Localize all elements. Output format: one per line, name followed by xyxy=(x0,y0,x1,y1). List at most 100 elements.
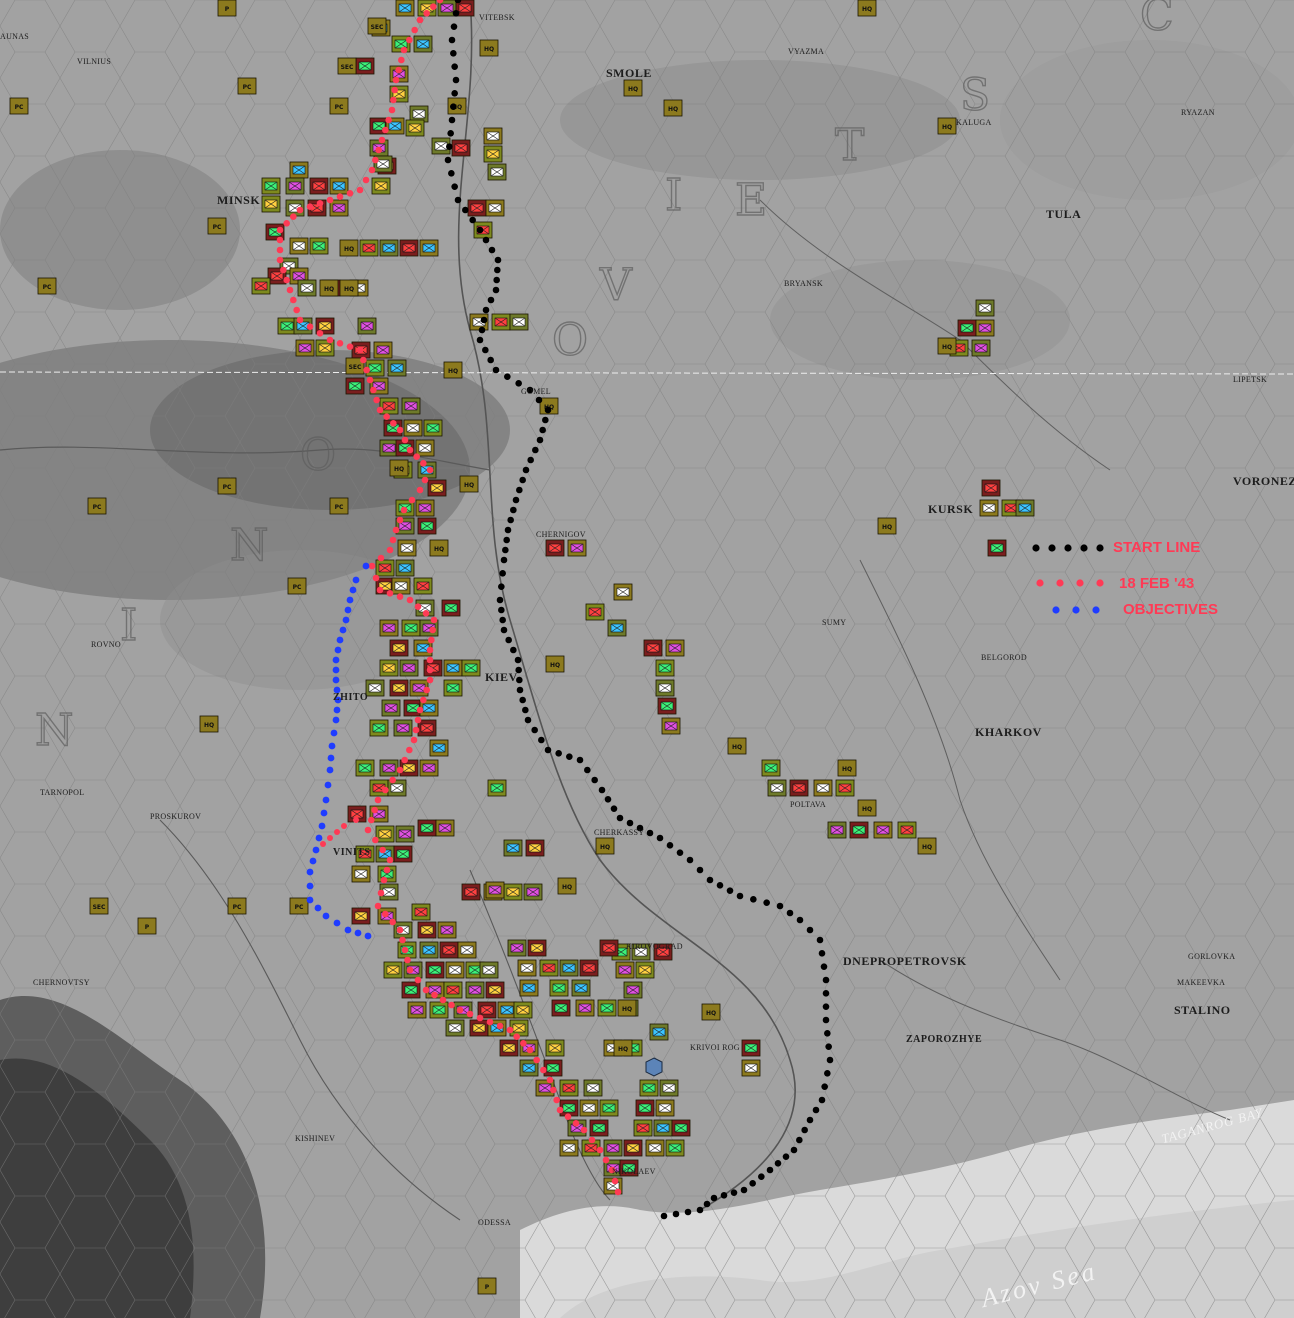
unit-counter[interactable] xyxy=(357,317,377,335)
unit-counter[interactable] xyxy=(401,397,421,415)
unit-counter[interactable] xyxy=(429,739,449,757)
unit-counter[interactable] xyxy=(389,679,409,697)
hq-counter[interactable]: HQ xyxy=(613,1039,633,1057)
unit-counter[interactable] xyxy=(393,845,413,863)
hq-counter[interactable]: PC xyxy=(287,577,307,595)
unit-counter[interactable] xyxy=(399,659,419,677)
unit-counter[interactable] xyxy=(645,1139,665,1157)
unit-counter[interactable] xyxy=(429,1001,449,1019)
unit-counter[interactable] xyxy=(509,1019,529,1037)
hq-counter[interactable]: HQ xyxy=(623,79,643,97)
unit-counter[interactable] xyxy=(425,961,445,979)
unit-counter[interactable] xyxy=(381,699,401,717)
unit-counter[interactable] xyxy=(469,1019,489,1037)
hq-counter[interactable]: HQ xyxy=(339,239,359,257)
unit-counter[interactable] xyxy=(835,779,855,797)
unit-counter[interactable] xyxy=(559,1139,579,1157)
unit-counter[interactable] xyxy=(741,1039,761,1057)
unit-counter[interactable] xyxy=(483,145,503,163)
unit-counter[interactable] xyxy=(655,659,675,677)
unit-counter[interactable] xyxy=(579,1099,599,1117)
unit-counter[interactable] xyxy=(551,999,571,1017)
unit-counter[interactable] xyxy=(417,921,437,939)
strategic-map[interactable]: O V I E T S C N I N O HQ HQ HQ HQ HQ HQ HQ HQ HQ… xyxy=(0,0,1294,1318)
unit-counter[interactable] xyxy=(661,717,681,735)
hq-counter[interactable]: HQ xyxy=(443,361,463,379)
unit-counter[interactable] xyxy=(439,941,459,959)
hq-counter[interactable]: HQ xyxy=(663,99,683,117)
hq-counter[interactable]: PC xyxy=(9,97,29,115)
unit-counter[interactable] xyxy=(461,659,481,677)
unit-counter[interactable] xyxy=(499,1039,519,1057)
unit-counter[interactable] xyxy=(351,907,371,925)
unit-counter[interactable] xyxy=(813,779,833,797)
unit-counter[interactable] xyxy=(443,679,463,697)
unit-counter[interactable] xyxy=(401,981,421,999)
unit-counter[interactable] xyxy=(295,339,315,357)
unit-counter[interactable] xyxy=(285,177,305,195)
unit-counter[interactable] xyxy=(393,719,413,737)
unit-counter[interactable] xyxy=(957,319,977,337)
hq-counter[interactable]: PC xyxy=(217,477,237,495)
unit-counter[interactable] xyxy=(873,821,893,839)
hq-counter[interactable]: HQ xyxy=(557,877,577,895)
unit-counter[interactable] xyxy=(491,313,511,331)
hq-counter[interactable]: HQ xyxy=(595,837,615,855)
hq-counter[interactable]: PC xyxy=(227,897,247,915)
unit-counter[interactable] xyxy=(365,679,385,697)
unit-counter[interactable] xyxy=(415,439,435,457)
hq-counter[interactable]: PC xyxy=(37,277,57,295)
hq-counter[interactable]: PC xyxy=(207,217,227,235)
hq-counter[interactable]: HQ xyxy=(837,759,857,777)
unit-counter[interactable] xyxy=(575,999,595,1017)
unit-counter[interactable] xyxy=(655,1099,675,1117)
unit-counter[interactable] xyxy=(643,639,663,657)
unit-counter[interactable] xyxy=(539,959,559,977)
unit-counter[interactable] xyxy=(485,199,505,217)
unit-counter[interactable] xyxy=(467,199,487,217)
unit-counter[interactable] xyxy=(413,577,433,595)
unit-counter[interactable] xyxy=(407,1001,427,1019)
unit-counter[interactable] xyxy=(665,639,685,657)
unit-counter[interactable] xyxy=(465,981,485,999)
unit-counter[interactable] xyxy=(351,865,371,883)
unit-counter[interactable] xyxy=(329,177,349,195)
hq-counter[interactable]: HQ xyxy=(319,279,339,297)
unit-counter[interactable] xyxy=(261,195,281,213)
unit-counter[interactable] xyxy=(277,317,297,335)
unit-counter[interactable] xyxy=(503,839,523,857)
unit-counter[interactable] xyxy=(487,779,507,797)
unit-counter[interactable] xyxy=(571,979,591,997)
hq-counter[interactable]: HQ xyxy=(727,737,747,755)
unit-counter[interactable] xyxy=(355,57,375,75)
hq-counter[interactable]: HQ xyxy=(199,715,219,733)
unit-counter[interactable] xyxy=(583,1079,603,1097)
unit-counter[interactable] xyxy=(369,719,389,737)
hq-counter[interactable]: SEC xyxy=(89,897,109,915)
unit-counter[interactable] xyxy=(379,759,399,777)
unit-counter[interactable] xyxy=(589,1119,609,1137)
unit-counter[interactable] xyxy=(461,883,481,901)
hq-counter[interactable]: PC xyxy=(289,897,309,915)
unit-counter[interactable] xyxy=(415,499,435,517)
unit-counter[interactable] xyxy=(423,419,443,437)
unit-counter[interactable] xyxy=(457,941,477,959)
unit-counter[interactable] xyxy=(391,577,411,595)
hq-counter[interactable]: HQ xyxy=(857,799,877,817)
unit-counter[interactable] xyxy=(441,599,461,617)
unit-counter[interactable] xyxy=(513,1001,533,1019)
hq-counter[interactable]: PC xyxy=(329,97,349,115)
unit-counter[interactable] xyxy=(897,821,917,839)
unit-counter[interactable] xyxy=(419,239,439,257)
unit-counter[interactable] xyxy=(479,961,499,979)
unit-counter[interactable] xyxy=(359,239,379,257)
hq-counter[interactable]: HQ xyxy=(429,539,449,557)
unit-counter[interactable] xyxy=(635,1099,655,1117)
unit-counter[interactable] xyxy=(395,825,415,843)
unit-counter[interactable] xyxy=(443,981,463,999)
unit-counter[interactable] xyxy=(399,239,419,257)
hq-counter[interactable]: HQ xyxy=(917,837,937,855)
unit-counter[interactable] xyxy=(445,1019,465,1037)
hq-counter[interactable]: HQ xyxy=(937,117,957,135)
unit-counter[interactable] xyxy=(545,1039,565,1057)
